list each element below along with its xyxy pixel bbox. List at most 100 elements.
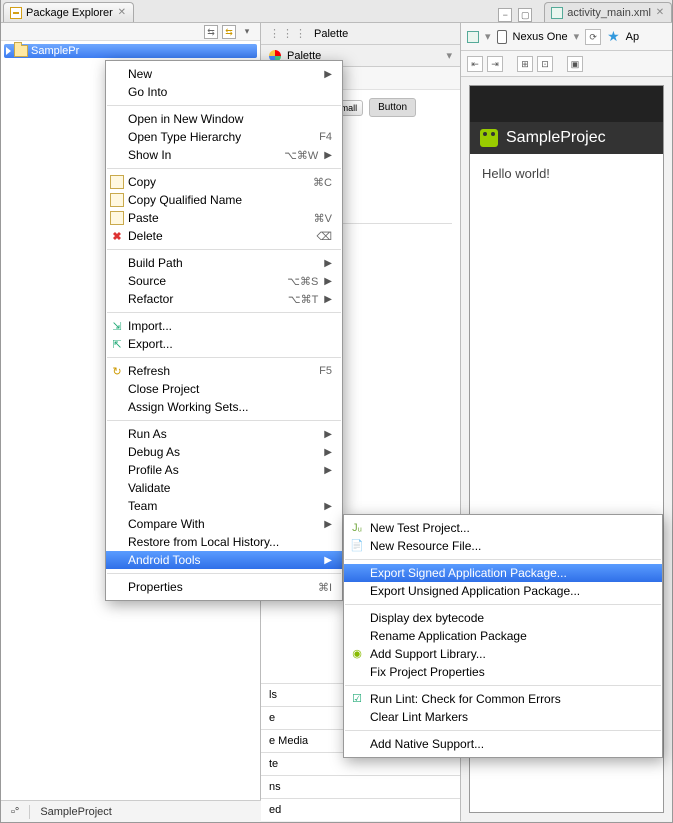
submenu-export-signed[interactable]: Export Signed Application Package...: [344, 564, 662, 582]
zoom-icon[interactable]: ⊡: [537, 56, 553, 72]
menu-separator: [345, 730, 661, 731]
menu-android-tools[interactable]: Android Tools▶: [106, 551, 342, 569]
align-icon[interactable]: ⇤: [467, 56, 483, 72]
dropdown-icon[interactable]: ▾: [574, 30, 580, 43]
view-menu-icon[interactable]: ▾: [240, 25, 254, 39]
menu-separator: [107, 105, 341, 106]
menu-delete[interactable]: ✖Delete⌫: [106, 227, 342, 245]
close-icon[interactable]: ✕: [655, 8, 665, 18]
device-select[interactable]: Nexus One: [513, 31, 568, 43]
link-editor-icon[interactable]: ⇆: [222, 25, 236, 39]
menu-separator: [345, 559, 661, 560]
collapse-all-icon[interactable]: ⇆: [204, 25, 218, 39]
submenu-display-dex[interactable]: Display dex bytecode: [344, 609, 662, 627]
menu-build-path[interactable]: Build Path▶: [106, 254, 342, 272]
submenu-export-unsigned[interactable]: Export Unsigned Application Package...: [344, 582, 662, 600]
android-launcher-icon: [480, 129, 498, 147]
menu-close-project[interactable]: Close Project: [106, 380, 342, 398]
project-label: SamplePr: [31, 45, 79, 57]
chevron-down-icon[interactable]: ▾: [446, 49, 452, 62]
menu-show-in[interactable]: Show In⌥⌘W▶: [106, 146, 342, 164]
menu-open-new-window[interactable]: Open in New Window: [106, 110, 342, 128]
menu-separator: [345, 604, 661, 605]
export-icon: ⇱: [110, 337, 124, 351]
menu-source[interactable]: Source⌥⌘S▶: [106, 272, 342, 290]
palette-title: Palette: [314, 28, 348, 40]
menu-import[interactable]: ⇲Import...: [106, 317, 342, 335]
palette-header: ⋮⋮⋮ Palette: [261, 23, 460, 45]
breadcrumb-icon: ▫°: [11, 806, 19, 818]
menu-export[interactable]: ⇱Export...: [106, 335, 342, 353]
menu-restore-local-history[interactable]: Restore from Local History...: [106, 533, 342, 551]
grip-icon: ⋮⋮⋮: [269, 27, 308, 40]
menu-separator: [107, 312, 341, 313]
menu-new[interactable]: New▶: [106, 65, 342, 83]
menu-debug-as[interactable]: Debug As▶: [106, 443, 342, 461]
submenu-new-test-project[interactable]: JᵤNew Test Project...: [344, 519, 662, 537]
menu-refactor[interactable]: Refactor⌥⌘T▶: [106, 290, 342, 308]
palette-category[interactable]: ed: [261, 798, 460, 821]
menu-separator: [345, 685, 661, 686]
close-icon[interactable]: ✕: [117, 8, 127, 18]
clip-icon[interactable]: ▣: [567, 56, 583, 72]
menu-separator: [107, 168, 341, 169]
menu-paste[interactable]: Paste⌘V: [106, 209, 342, 227]
disclosure-icon[interactable]: [6, 47, 11, 55]
menu-separator: [107, 420, 341, 421]
package-explorer-icon: [10, 7, 22, 19]
package-explorer-tab[interactable]: Package Explorer ✕: [3, 2, 134, 22]
menu-separator: [107, 573, 341, 574]
project-node[interactable]: SamplePr: [4, 44, 257, 58]
submenu-add-native[interactable]: Add Native Support...: [344, 735, 662, 753]
minimize-icon[interactable]: −: [498, 8, 512, 22]
view-local-toolbar: ⇆ ⇆ ▾: [1, 23, 260, 41]
orientation-icon[interactable]: ⟳: [585, 29, 601, 45]
paste-icon: [110, 211, 124, 225]
refresh-icon: ↻: [110, 364, 124, 378]
submenu-rename-package[interactable]: Rename Application Package: [344, 627, 662, 645]
config-icon[interactable]: [467, 31, 479, 43]
submenu-fix-project[interactable]: Fix Project Properties: [344, 663, 662, 681]
submenu-clear-lint[interactable]: Clear Lint Markers: [344, 708, 662, 726]
zoom-icon[interactable]: ⊞: [517, 56, 533, 72]
dropdown-icon[interactable]: ▾: [485, 30, 491, 43]
app-theme-label[interactable]: Ap: [626, 31, 639, 43]
import-icon: ⇲: [110, 319, 124, 333]
menu-validate[interactable]: Validate: [106, 479, 342, 497]
project-folder-icon: [14, 45, 28, 57]
menu-assign-working-sets[interactable]: Assign Working Sets...: [106, 398, 342, 416]
delete-icon: ✖: [110, 229, 124, 243]
divider: [29, 805, 30, 819]
check-icon: ☑: [350, 692, 364, 706]
menu-copy-qualified[interactable]: Copy Qualified Name: [106, 191, 342, 209]
menu-open-type-hierarchy[interactable]: Open Type HierarchyF4: [106, 128, 342, 146]
submenu-add-support-library[interactable]: ◉Add Support Library...: [344, 645, 662, 663]
preview-config-toolbar: ▾ Nexus One ▾ ⟳ ★ Ap: [461, 23, 672, 51]
menu-profile-as[interactable]: Profile As▶: [106, 461, 342, 479]
tab-label: Package Explorer: [26, 7, 113, 19]
menu-compare-with[interactable]: Compare With▶: [106, 515, 342, 533]
menu-go-into[interactable]: Go Into: [106, 83, 342, 101]
copy-icon: [110, 193, 124, 207]
hello-world-text: Hello world!: [482, 166, 550, 181]
maximize-icon[interactable]: ▢: [518, 8, 532, 22]
device-icon: [497, 30, 507, 44]
palette-category[interactable]: ns: [261, 775, 460, 798]
status-line: ▫° SampleProject: [1, 800, 261, 822]
submenu-new-resource-file[interactable]: 📄New Resource File...: [344, 537, 662, 555]
menu-team[interactable]: Team▶: [106, 497, 342, 515]
submenu-run-lint[interactable]: ☑Run Lint: Check for Common Errors: [344, 690, 662, 708]
menu-run-as[interactable]: Run As▶: [106, 425, 342, 443]
button-widget[interactable]: Button: [369, 98, 416, 117]
project-context-menu: New▶ Go Into Open in New Window Open Typ…: [105, 60, 343, 601]
menu-copy[interactable]: Copy⌘C: [106, 173, 342, 191]
preview-zoom-toolbar: ⇤ ⇥ ⊞ ⊡ ▣: [461, 51, 672, 77]
editor-tab[interactable]: activity_main.xml ✕: [544, 2, 672, 22]
menu-separator: [107, 249, 341, 250]
align-icon[interactable]: ⇥: [487, 56, 503, 72]
theme-star-icon[interactable]: ★: [607, 28, 620, 45]
view-toolbar: − ▢: [498, 8, 538, 22]
menu-refresh[interactable]: ↻RefreshF5: [106, 362, 342, 380]
android-icon: ◉: [350, 647, 364, 661]
menu-properties[interactable]: Properties⌘I: [106, 578, 342, 596]
